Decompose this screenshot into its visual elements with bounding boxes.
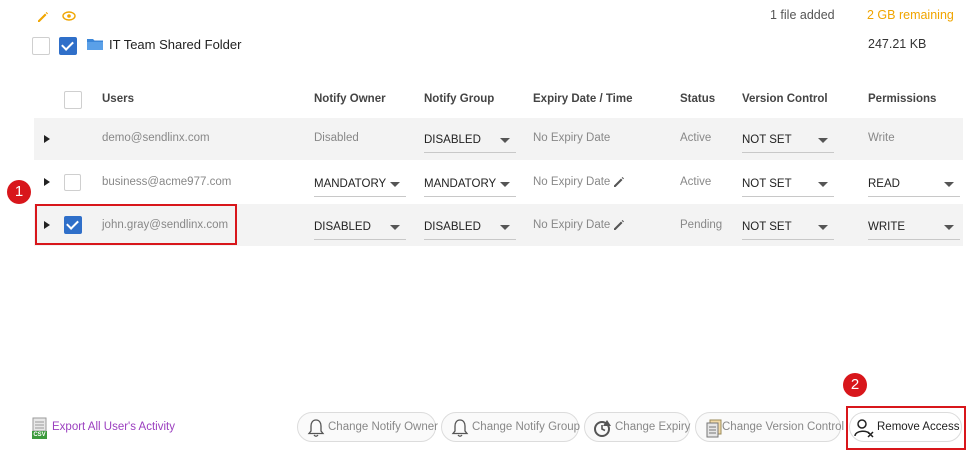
- notify-group-select[interactable]: MANDATORY: [424, 171, 516, 197]
- expiry-value: No Expiry Date: [533, 132, 611, 144]
- table-row[interactable]: business@acme977.com MANDATORY MANDATORY…: [34, 161, 963, 203]
- version-control-select[interactable]: NOT SET: [742, 214, 834, 240]
- permissions-value: READ: [868, 178, 900, 190]
- chevron-down-icon: [390, 182, 400, 187]
- annotation-highlight-remove: [846, 406, 966, 450]
- change-version-control-label: Change Version Control: [722, 421, 845, 433]
- chevron-down-icon: [500, 182, 510, 187]
- change-notify-group-label: Change Notify Group: [472, 421, 581, 433]
- change-version-control-button[interactable]: Change Version Control: [695, 412, 845, 442]
- edit-pencil-icon[interactable]: [36, 10, 50, 24]
- eye-icon[interactable]: [62, 9, 76, 23]
- notify-owner-value: MANDATORY: [314, 178, 387, 190]
- chevron-down-icon: [390, 225, 400, 230]
- header-version-control[interactable]: Version Control: [742, 93, 828, 105]
- notify-owner-value: DISABLED: [314, 221, 371, 233]
- files-added-count: 1 file added: [770, 8, 835, 22]
- select-all-checkbox[interactable]: [64, 91, 82, 109]
- notify-group-select[interactable]: DISABLED: [424, 127, 516, 153]
- notify-group-value: MANDATORY: [424, 178, 497, 190]
- export-activity-link[interactable]: Export All User's Activity: [52, 421, 175, 433]
- chevron-down-icon: [944, 225, 954, 230]
- version-control-value: NOT SET: [742, 178, 792, 190]
- change-notify-owner-button[interactable]: Change Notify Owner: [297, 412, 438, 442]
- notify-group-value: DISABLED: [424, 221, 481, 233]
- header-status[interactable]: Status: [680, 93, 715, 105]
- annotation-badge-2: 2: [843, 373, 867, 397]
- change-expiry-button[interactable]: Change Expiry: [584, 412, 690, 442]
- user-email: business@acme977.com: [102, 176, 232, 188]
- storage-remaining: 2 GB remaining: [867, 8, 954, 22]
- chevron-down-icon: [818, 182, 828, 187]
- version-control-select[interactable]: NOT SET: [742, 171, 834, 197]
- table-row[interactable]: demo@sendlinx.com Disabled DISABLED No E…: [34, 118, 963, 160]
- notify-group-select[interactable]: DISABLED: [424, 214, 516, 240]
- annotation-badge-1: 1: [7, 180, 31, 204]
- documents-icon: [704, 418, 724, 438]
- clock-alarm-icon: [593, 418, 613, 438]
- expand-row-icon[interactable]: [44, 135, 50, 143]
- status-value: Active: [680, 132, 712, 144]
- chevron-down-icon: [500, 138, 510, 143]
- version-control-value: NOT SET: [742, 221, 792, 233]
- expiry-value: No Expiry Date: [533, 219, 611, 231]
- status-value: Pending: [680, 219, 723, 231]
- version-control-select[interactable]: NOT SET: [742, 127, 834, 153]
- folder-checked-checkbox[interactable]: [59, 37, 77, 55]
- permissions-select[interactable]: READ: [868, 171, 960, 197]
- row-checkbox[interactable]: [64, 174, 81, 191]
- permissions-select[interactable]: WRITE: [868, 214, 960, 240]
- expand-row-icon[interactable]: [44, 178, 50, 186]
- chevron-down-icon: [818, 225, 828, 230]
- csv-label: CSV: [33, 432, 46, 438]
- folder-unchecked-checkbox[interactable]: [32, 37, 50, 55]
- bell-icon: [306, 418, 326, 438]
- bell-icon: [450, 418, 470, 438]
- edit-expiry-pencil-icon[interactable]: [612, 218, 626, 232]
- permissions-value: Write: [868, 132, 895, 144]
- header-expiry[interactable]: Expiry Date / Time: [533, 93, 633, 105]
- notify-owner-value: Disabled: [314, 132, 359, 144]
- expiry-value: No Expiry Date: [533, 176, 611, 188]
- folder-size: 247.21 KB: [868, 37, 927, 51]
- edit-expiry-pencil-icon[interactable]: [612, 175, 626, 189]
- chevron-down-icon: [500, 225, 510, 230]
- header-users[interactable]: Users: [102, 93, 134, 105]
- user-email: demo@sendlinx.com: [102, 132, 210, 144]
- header-notify-group[interactable]: Notify Group: [424, 93, 494, 105]
- chevron-down-icon: [818, 138, 828, 143]
- change-notify-owner-label: Change Notify Owner: [328, 421, 438, 433]
- notify-owner-select[interactable]: MANDATORY: [314, 171, 406, 197]
- permissions-value: WRITE: [868, 221, 906, 233]
- annotation-highlight-row: [35, 204, 237, 245]
- chevron-down-icon: [944, 182, 954, 187]
- folder-icon: [87, 38, 103, 50]
- change-notify-group-button[interactable]: Change Notify Group: [441, 412, 581, 442]
- status-value: Active: [680, 176, 712, 188]
- folder-name: IT Team Shared Folder: [109, 37, 242, 52]
- notify-owner-select[interactable]: DISABLED: [314, 214, 406, 240]
- csv-file-icon[interactable]: CSV: [32, 417, 47, 439]
- header-notify-owner[interactable]: Notify Owner: [314, 93, 386, 105]
- notify-group-value: DISABLED: [424, 134, 481, 146]
- header-permissions[interactable]: Permissions: [868, 93, 936, 105]
- change-expiry-label: Change Expiry: [615, 421, 691, 433]
- version-control-value: NOT SET: [742, 134, 792, 146]
